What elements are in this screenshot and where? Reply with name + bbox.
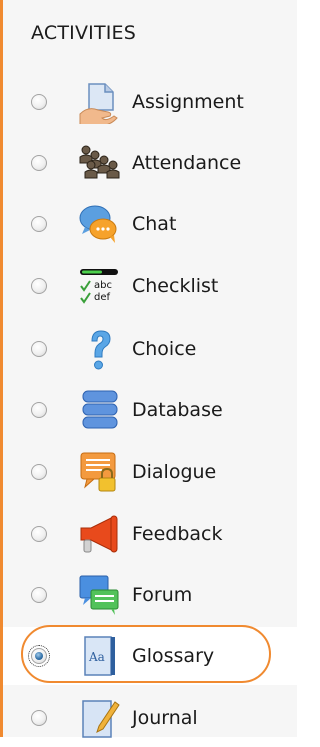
radio-button[interactable] bbox=[31, 402, 47, 418]
activity-item-feedback[interactable]: Feedback bbox=[3, 505, 300, 563]
activity-item-dialogue[interactable]: Dialogue bbox=[3, 443, 300, 501]
radio-button[interactable] bbox=[31, 278, 47, 294]
activity-item-checklist[interactable]: abc def Checklist bbox=[3, 257, 300, 315]
database-icon bbox=[82, 390, 118, 429]
radio-button[interactable] bbox=[31, 587, 47, 603]
radio-button[interactable] bbox=[31, 464, 47, 480]
activity-item-journal[interactable]: Journal bbox=[3, 689, 300, 747]
activity-label: Journal bbox=[132, 707, 198, 729]
chat-icon bbox=[79, 205, 117, 243]
radio-button[interactable] bbox=[31, 710, 47, 726]
activity-label: Attendance bbox=[132, 152, 242, 174]
glossary-icon-text: Aa bbox=[88, 650, 105, 664]
activity-label: Dialogue bbox=[132, 461, 217, 483]
panel-title: ACTIVITIES bbox=[31, 22, 137, 44]
checklist-icon: abc def bbox=[80, 269, 118, 304]
dialogue-icon bbox=[80, 452, 116, 492]
radio-button[interactable] bbox=[31, 216, 47, 232]
activity-item-assignment[interactable]: Assignment bbox=[3, 73, 300, 131]
activity-item-chat[interactable]: Chat bbox=[3, 195, 300, 253]
activity-label: Assignment bbox=[132, 91, 244, 113]
activity-label: Feedback bbox=[132, 523, 223, 545]
activity-label: Choice bbox=[132, 338, 197, 360]
radio-button[interactable] bbox=[31, 94, 47, 110]
activity-item-forum[interactable]: Forum bbox=[3, 566, 300, 624]
feedback-icon bbox=[80, 515, 118, 553]
radio-button[interactable] bbox=[31, 341, 47, 357]
activity-item-attendance[interactable]: Attendance bbox=[3, 134, 300, 192]
assignment-icon bbox=[79, 83, 118, 124]
radio-button-selected[interactable] bbox=[28, 645, 50, 667]
activity-item-database[interactable]: Database bbox=[3, 381, 300, 439]
attendance-icon bbox=[79, 145, 120, 179]
activity-item-choice[interactable]: Choice bbox=[3, 320, 300, 378]
activity-label: Database bbox=[132, 399, 223, 421]
activity-label: Chat bbox=[132, 213, 177, 235]
checklist-icon-text-1: abc bbox=[94, 280, 112, 291]
forum-icon bbox=[79, 575, 119, 615]
activity-label: Checklist bbox=[132, 275, 219, 297]
activity-label: Forum bbox=[132, 584, 193, 606]
activity-label: Glossary bbox=[132, 645, 215, 667]
activities-panel: ACTIVITIES Assignment Attendance Chat ab… bbox=[0, 0, 300, 738]
journal-icon bbox=[82, 700, 120, 738]
radio-button[interactable] bbox=[31, 155, 47, 171]
glossary-icon: Aa bbox=[84, 636, 115, 676]
choice-icon bbox=[91, 330, 111, 370]
radio-button[interactable] bbox=[31, 526, 47, 542]
checklist-icon-text-2: def bbox=[94, 292, 111, 303]
activity-item-glossary[interactable]: Aa Glossary bbox=[3, 627, 300, 685]
